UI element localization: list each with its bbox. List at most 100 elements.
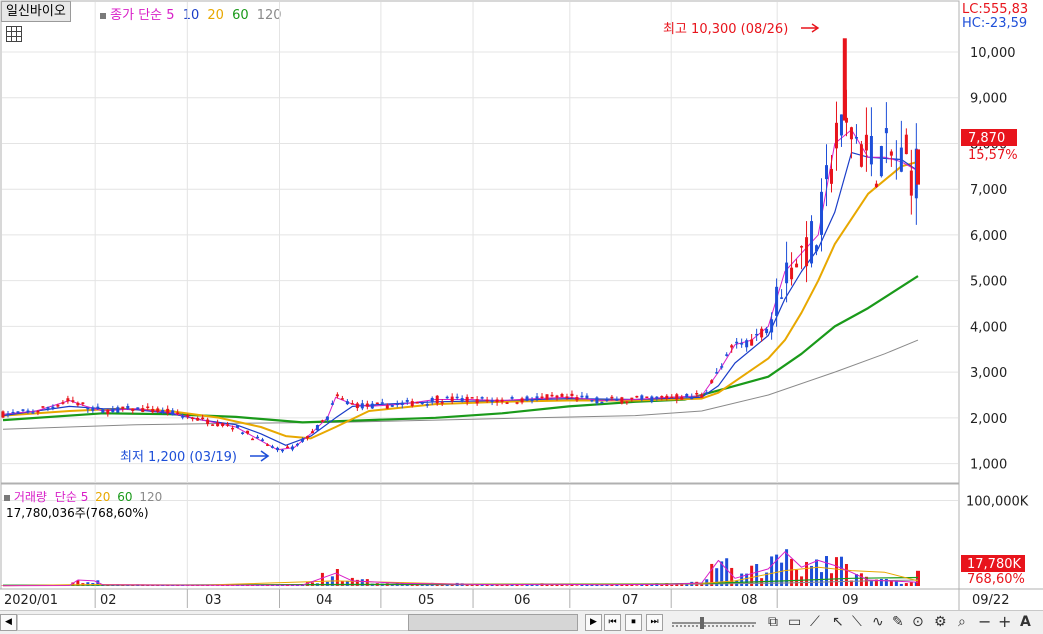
candle-body	[905, 135, 908, 154]
window-icon[interactable]: ▭	[788, 614, 801, 630]
vol-legend-period-20[interactable]: 20	[95, 490, 110, 504]
candle-body	[870, 136, 873, 164]
magnifier-icon[interactable]: ⌕	[958, 614, 966, 630]
low-arrow-icon	[250, 451, 268, 461]
stock-chart[interactable]: 1,0002,0003,0004,0005,0006,0007,0008,000…	[0, 0, 1043, 610]
candle-body	[66, 398, 69, 401]
candle-body	[241, 432, 244, 434]
candle-body	[36, 411, 39, 413]
x-tick-label: 08	[741, 593, 758, 608]
volume-bar-last	[916, 571, 920, 586]
candle-body	[735, 342, 738, 344]
candle-body	[890, 151, 893, 155]
high-annotation: 최고 10,300 (08/26)	[663, 22, 788, 37]
scroll-right-button[interactable]: ▶	[585, 614, 602, 631]
cursor-icon[interactable]: ↖	[832, 614, 844, 630]
candle-body	[600, 402, 603, 404]
candle-body	[431, 398, 434, 401]
scroll-thumb[interactable]	[408, 614, 578, 631]
candle-body	[246, 431, 249, 434]
go-last-button[interactable]: ⏭	[646, 614, 663, 631]
volume-tick-label: 100,000K	[966, 495, 1029, 510]
candle-body	[750, 339, 753, 345]
candle-body	[296, 444, 299, 446]
stop-button[interactable]: ⏹	[625, 614, 642, 631]
candle-body	[615, 399, 618, 401]
volume-bar	[536, 585, 539, 586]
volume-bar	[790, 559, 793, 586]
zoom-in-icon[interactable]: +	[998, 614, 1011, 630]
candle-body	[620, 397, 623, 403]
go-first-button[interactable]: ⏮	[604, 614, 621, 631]
candle-body	[211, 424, 214, 426]
candle-body	[231, 428, 234, 430]
candle-body	[585, 396, 588, 399]
draw-icon[interactable]: ∿	[872, 614, 884, 630]
scroll-left-button[interactable]: ◀	[0, 614, 17, 631]
candle-body	[830, 169, 833, 184]
zoom-out-icon[interactable]: −	[978, 614, 991, 630]
candle-body	[276, 448, 279, 450]
candle-body	[386, 405, 389, 408]
candle-body	[196, 418, 199, 421]
text-size-icon[interactable]: A	[1020, 614, 1031, 630]
candle-body	[670, 397, 673, 399]
candle-body	[351, 403, 354, 405]
candle-body	[26, 410, 29, 412]
candle-body	[760, 329, 763, 338]
candle-body	[111, 409, 114, 412]
target-icon[interactable]: ⊙	[912, 614, 924, 630]
candle-body	[96, 407, 99, 409]
vol-legend-period-120[interactable]: 120	[139, 490, 162, 504]
candle-body	[546, 394, 549, 399]
candle-body	[201, 418, 204, 420]
candle-body	[51, 407, 54, 409]
candle-body	[2, 411, 5, 417]
candle-body	[341, 398, 344, 400]
volume-bar	[800, 576, 803, 586]
candle-body	[371, 404, 374, 409]
candle-body	[391, 405, 394, 407]
trend-icon[interactable]: ⟍	[852, 614, 862, 630]
pen-icon[interactable]: ✎	[892, 614, 904, 630]
line-chart-icon[interactable]: ⟋	[810, 614, 820, 630]
rect-select-icon[interactable]: ⧉	[768, 614, 778, 630]
candle-body	[91, 407, 94, 410]
candle-body	[166, 409, 169, 414]
candle-body	[446, 397, 449, 399]
settings-icon[interactable]: ⚙	[934, 614, 947, 630]
last-price-value: 7,870	[968, 131, 1005, 146]
candle-body	[176, 412, 179, 414]
vol-legend-period-60[interactable]: 60	[117, 490, 132, 504]
x-tick-label: 07	[622, 593, 639, 608]
candle-body	[346, 401, 349, 404]
vol-legend-period-5[interactable]: 5	[81, 490, 89, 504]
candle-body	[326, 417, 329, 420]
candle-body	[451, 397, 454, 402]
x-tick-label: 02	[100, 593, 117, 608]
x-tick-label: 2020/01	[4, 593, 58, 608]
candle-body	[286, 447, 289, 449]
scroll-track[interactable]	[17, 614, 409, 631]
candle-body	[730, 345, 733, 347]
zoom-slider[interactable]	[670, 615, 760, 631]
candle-body	[610, 397, 613, 399]
candle-body	[551, 395, 554, 397]
candle-body	[376, 403, 379, 405]
candle-body	[820, 192, 823, 235]
zoom-slider-handle[interactable]	[700, 617, 704, 629]
candle-body	[81, 402, 84, 404]
candle-body	[126, 406, 129, 409]
candle-body	[700, 394, 703, 397]
candle-body	[536, 396, 539, 398]
candle-body	[491, 400, 494, 402]
volume-bar	[845, 564, 848, 586]
candle-body	[486, 400, 489, 402]
candle-body	[580, 396, 583, 398]
candle-body	[106, 410, 109, 414]
candle-body	[810, 221, 813, 263]
candle-body	[151, 409, 154, 412]
candle-body	[441, 402, 444, 404]
low-annotation: 최저 1,200 (03/19)	[120, 450, 237, 465]
candle-body	[76, 403, 79, 405]
